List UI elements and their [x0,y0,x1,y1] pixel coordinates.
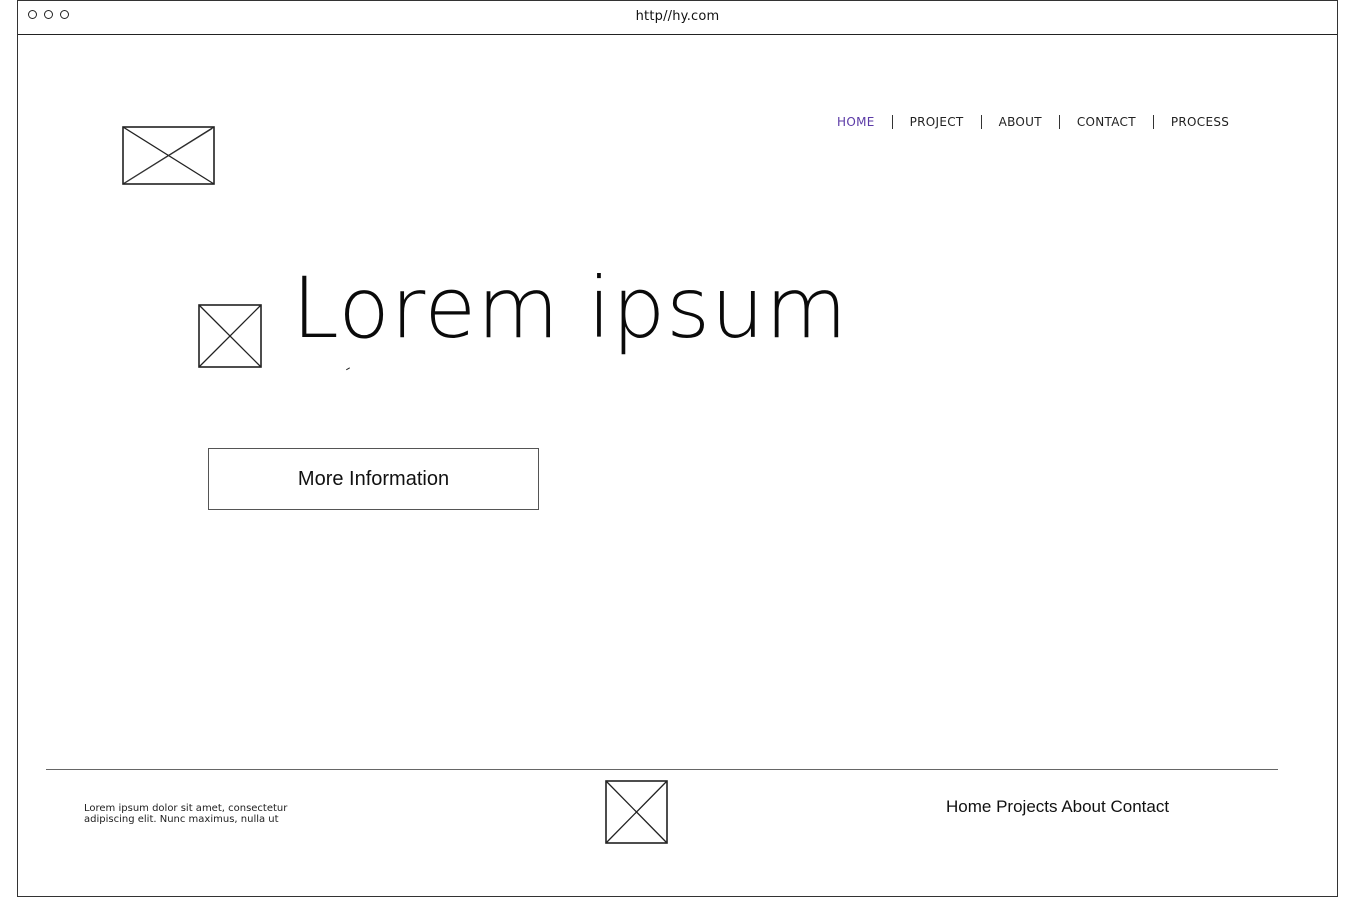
footer-divider [46,769,1278,770]
nav-separator [1058,115,1060,129]
footer-link-about[interactable]: About [1061,797,1105,816]
nav-link-project[interactable]: PROJECT [910,115,964,129]
logo-image-placeholder-icon[interactable] [121,125,217,187]
main-navigation: HOME PROJECT ABOUT CONTACT PROCESS [837,115,1229,129]
nav-link-home[interactable]: HOME [837,115,875,129]
nav-link-contact[interactable]: CONTACT [1077,115,1136,129]
hero-image-placeholder-icon [198,304,262,368]
address-bar-url[interactable]: http//hy.com [18,9,1337,24]
footer-link-home[interactable]: Home [946,797,991,816]
hero-title: Lorem ipsum [292,259,849,357]
footer-link-contact[interactable]: Contact [1110,797,1169,816]
footer-description: Lorem ipsum dolor sit amet, consectetur … [84,803,288,825]
browser-titlebar: http//hy.com [18,1,1337,35]
nav-separator [891,115,893,129]
nav-link-about[interactable]: ABOUT [999,115,1042,129]
more-information-button[interactable]: More Information [208,448,539,510]
footer-image-placeholder-icon [605,780,668,844]
footer-links: Home Projects About Contact [946,797,1169,817]
nav-separator [980,115,982,129]
footer-link-projects[interactable]: Projects [996,797,1057,816]
nav-link-process[interactable]: PROCESS [1171,115,1229,129]
nav-separator [1152,115,1154,129]
